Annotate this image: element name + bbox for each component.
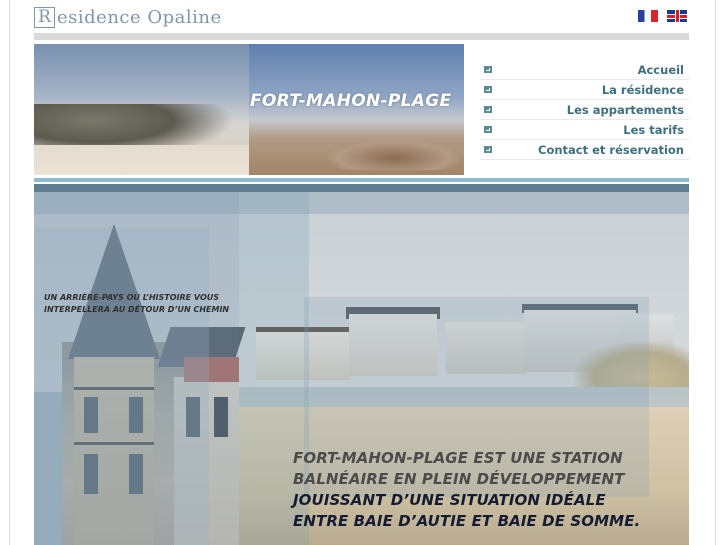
nav-label[interactable]: Accueil: [638, 63, 689, 77]
nav-item-accueil[interactable]: Accueil: [480, 60, 689, 80]
banner-title: FORT-MAHON-PLAGE: [250, 91, 452, 111]
language-switcher: [638, 10, 687, 22]
grass-shape: [329, 140, 459, 170]
divider-dark: [34, 184, 689, 192]
nav-arrow-icon: [484, 126, 492, 133]
caption-line: JOUISSANT D’UNE SITUATION IDÉALE: [293, 491, 606, 509]
tagline: UN ARRIÈRE-PAYS OÙ L’HISTOIRE VOUS INTER…: [44, 292, 229, 316]
nav-arrow-icon: [484, 86, 492, 93]
main-nav: Accueil La résidence Les appartements Le…: [480, 60, 689, 160]
nav-item-les-tarifs[interactable]: Les tarifs: [480, 120, 689, 140]
divider-light: [34, 178, 689, 182]
caption-line: BALNÉAIRE EN PLEIN DÉVELOPPEMENT: [293, 470, 625, 488]
nav-label[interactable]: Contact et réservation: [538, 143, 689, 157]
french-flag-icon[interactable]: [638, 10, 658, 22]
main-photo: UN ARRIÈRE-PAYS OÙ L’HISTOIRE VOUS INTER…: [34, 192, 689, 545]
tagline-line: INTERPELLERA AU DÉTOUR D’UN CHEMIN: [44, 305, 230, 314]
nav-arrow-icon: [484, 106, 492, 113]
banner-photo-left: [34, 44, 249, 175]
logo-letter: R: [34, 6, 55, 28]
caption-line: ENTRE BAIE D’AUTIE ET BAIE DE SOMME.: [293, 512, 641, 530]
nav-label[interactable]: Les appartements: [567, 103, 689, 117]
nav-item-contact[interactable]: Contact et réservation: [480, 140, 689, 160]
caption-line: FORT-MAHON-PLAGE EST UNE STATION: [293, 449, 623, 467]
nav-label[interactable]: La résidence: [602, 83, 689, 97]
nav-arrow-icon: [484, 146, 492, 153]
uk-flag-icon[interactable]: [667, 10, 687, 22]
nav-item-les-appartements[interactable]: Les appartements: [480, 100, 689, 120]
nav-label[interactable]: Les tarifs: [623, 123, 689, 137]
nav-item-la-residence[interactable]: La résidence: [480, 80, 689, 100]
tagline-line: UN ARRIÈRE-PAYS OÙ L’HISTOIRE VOUS: [44, 293, 220, 302]
banner-image: FORT-MAHON-PLAGE: [34, 44, 464, 175]
site-logo[interactable]: R esidence Opaline: [34, 5, 222, 29]
photo-caption: FORT-MAHON-PLAGE EST UNE STATION BALNÉAI…: [293, 448, 640, 532]
nav-arrow-icon: [484, 66, 492, 73]
tint-overlay: [34, 227, 209, 545]
site-title: esidence Opaline: [57, 6, 222, 28]
sand-shape: [34, 145, 249, 175]
header-divider: [34, 33, 689, 40]
